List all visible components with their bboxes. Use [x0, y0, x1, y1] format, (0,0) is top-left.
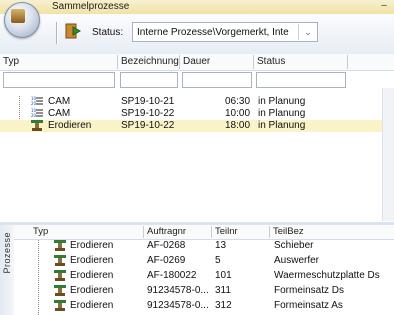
subgrid-row[interactable]: Erodieren 91234578-0... 311 Formeinsatz … [14, 285, 394, 297]
filter-bezeichnung-input[interactable] [120, 72, 178, 88]
row-bezeichnung: SP19-10-22 [121, 108, 175, 119]
subrow-auftragnr: AF-0269 [147, 255, 186, 266]
row-bezeichnung: SP19-10-22 [121, 120, 175, 131]
subrow-typ: Erodieren [70, 270, 114, 281]
row-typ: CAM [48, 96, 71, 107]
subrow-teilbez: Schieber [274, 240, 314, 251]
subcolumn-header-teilbez[interactable]: TeilBez [270, 226, 394, 238]
filter-typ-input[interactable] [3, 72, 115, 88]
grid-row-selected[interactable]: Erodieren SP19-10-22 18:00 in Planung [0, 120, 394, 132]
subgrid-row[interactable]: Erodieren AF-0268 13 Schieber [14, 240, 394, 252]
status-label: Status: [92, 27, 124, 38]
row-dauer: 06:30 [225, 96, 251, 107]
row-status: in Planung [258, 120, 306, 131]
app-logo-icon [11, 9, 25, 23]
vertical-scrollbar[interactable] [382, 88, 394, 221]
svg-text:20: 20 [31, 101, 37, 106]
status-select-value: Interne Prozesse\Vorgemerkt, Inte [137, 27, 289, 38]
row-dauer: 18:00 [225, 120, 251, 131]
subrow-auftragnr: AF-180022 [147, 270, 197, 281]
subrow-typ: Erodieren [70, 300, 114, 311]
subrow-auftragnr: AF-0268 [147, 240, 186, 251]
subgrid-row[interactable]: Erodieren AF-180022 101 Waermeschutzplat… [14, 270, 394, 282]
column-header-status[interactable]: Status [254, 55, 348, 69]
subrow-teilnr: 311 [215, 285, 231, 296]
row-status: in Planung [258, 108, 306, 119]
erodieren-icon [54, 270, 66, 281]
refresh-process-icon[interactable] [64, 22, 82, 40]
minimize-button[interactable]: – [378, 0, 390, 12]
subrow-teilbez: Formeinsatz As [274, 300, 343, 311]
subrow-auftragnr: 91234578-0... [147, 300, 209, 311]
filter-status-input[interactable] [256, 72, 346, 88]
erodieren-icon [54, 300, 66, 311]
chevron-down-icon[interactable]: ⌄ [298, 24, 317, 40]
erodieren-icon [54, 255, 66, 266]
cam-icon: 10 20 [31, 108, 43, 119]
row-status: in Planung [258, 96, 306, 107]
subrow-teilnr: 13 [215, 240, 227, 251]
subcolumn-header-typ[interactable]: Typ [30, 226, 144, 238]
cam-icon: 10 20 [31, 96, 43, 107]
erodieren-icon [54, 285, 66, 296]
subrow-teilnr: 101 [215, 270, 232, 281]
subcolumn-header-auftragnr[interactable]: Auftragnr [144, 226, 212, 238]
row-typ: Erodieren [48, 120, 92, 131]
window-title: Sammelprozesse [52, 1, 130, 12]
filter-dauer-input[interactable] [182, 72, 252, 88]
grid-row[interactable]: 10 20 CAM SP19-10-22 10:00 in Planung [0, 108, 350, 120]
subrow-typ: Erodieren [70, 240, 114, 251]
subrow-typ: Erodieren [70, 285, 114, 296]
svg-text:20: 20 [31, 113, 37, 118]
row-typ: CAM [48, 108, 71, 119]
erodieren-icon [54, 240, 66, 251]
side-tab-label: Prozesse [2, 232, 12, 274]
subrow-teilbez: Waermeschutzplatte Ds [274, 270, 380, 281]
subrow-teilnr: 5 [215, 255, 221, 266]
row-dauer: 10:00 [225, 108, 251, 119]
subrow-teilbez: Auswerfer [274, 255, 320, 266]
erodieren-icon [31, 120, 43, 131]
grid-row[interactable]: 10 20 CAM SP19-10-21 06:30 in Planung [0, 96, 350, 108]
column-header-dauer[interactable]: Dauer [180, 55, 254, 69]
subgrid-row[interactable]: Erodieren AF-0269 5 Auswerfer [14, 255, 394, 267]
subrow-auftragnr: 91234578-0... [147, 285, 209, 296]
subrow-typ: Erodieren [70, 255, 114, 266]
row-bezeichnung: SP19-10-21 [121, 96, 175, 107]
column-header-bezeichnung[interactable]: Bezeichnung [118, 55, 180, 69]
subrow-teilnr: 312 [215, 300, 232, 311]
column-header-typ[interactable]: Typ [0, 55, 118, 69]
subrow-teilbez: Formeinsatz Ds [274, 285, 345, 296]
toolbar-separator [56, 22, 58, 44]
subgrid-row[interactable]: Erodieren 91234578-0... 312 Formeinsatz … [14, 300, 394, 312]
subcolumn-header-teilnr[interactable]: Teilnr [212, 226, 270, 238]
